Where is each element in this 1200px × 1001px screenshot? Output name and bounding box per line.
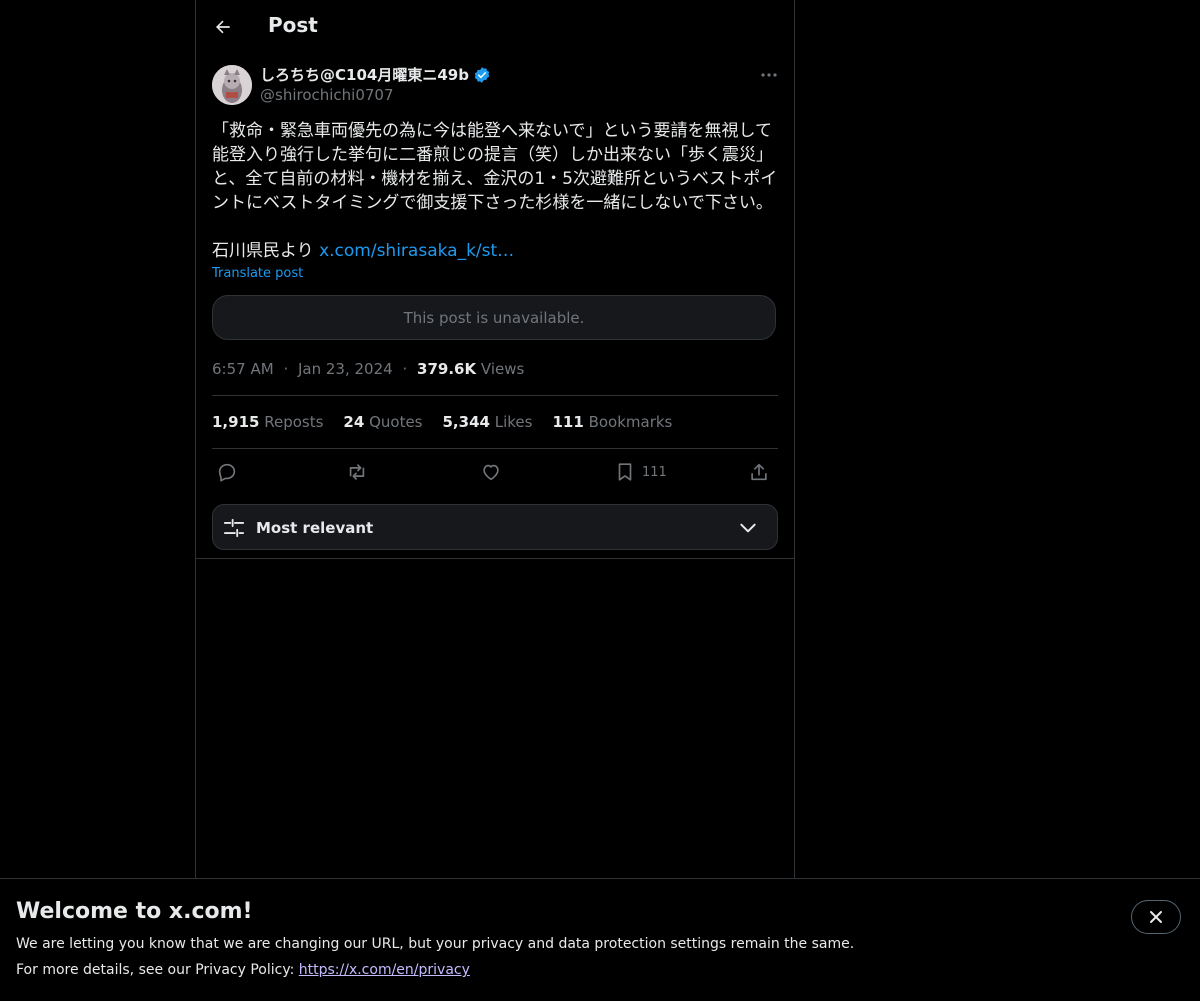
stat-quotes[interactable]: 24 Quotes bbox=[343, 413, 422, 431]
post-link[interactable]: x.com/shirasaka_k/st… bbox=[319, 241, 514, 261]
divider bbox=[212, 395, 778, 396]
reply-sort-dropdown[interactable]: Most relevant bbox=[212, 504, 778, 550]
like-button[interactable] bbox=[480, 460, 502, 484]
share-icon bbox=[751, 463, 767, 481]
quoted-post-unavailable: This post is unavailable. bbox=[212, 295, 776, 340]
meta-separator: · bbox=[402, 360, 408, 378]
bookmark-icon bbox=[618, 463, 632, 481]
primary-column: Post しろちち@C104月曜東ニ49b @shirochichi0707 「… bbox=[195, 0, 795, 878]
repost-icon bbox=[349, 464, 365, 480]
reply-icon bbox=[218, 463, 236, 482]
meta-separator: · bbox=[283, 360, 289, 378]
stat-count: 1,915 bbox=[212, 413, 260, 431]
back-button[interactable] bbox=[206, 10, 240, 44]
url-change-banner: Welcome to x.com! We are letting you kno… bbox=[0, 878, 1200, 1001]
banner-title: Welcome to x.com! bbox=[16, 899, 253, 924]
post-date[interactable]: Jan 23, 2024 bbox=[298, 360, 393, 378]
post-meta: 6:57 AM · Jan 23, 2024 · 379.6K Views bbox=[212, 360, 524, 378]
close-icon bbox=[1150, 911, 1162, 923]
views-count: 379.6K bbox=[417, 360, 477, 378]
author-name[interactable]: しろちち@C104月曜東ニ49b bbox=[260, 64, 491, 85]
views-label: Views bbox=[480, 360, 525, 378]
verified-badge-icon bbox=[474, 66, 490, 83]
banner-privacy-line: For more details, see our Privacy Policy… bbox=[16, 962, 470, 978]
share-button[interactable] bbox=[748, 460, 770, 484]
bookmark-count: 111 bbox=[642, 464, 667, 480]
close-banner-button[interactable] bbox=[1131, 900, 1181, 934]
stat-label: Bookmarks bbox=[588, 413, 673, 431]
banner-message: We are letting you know that we are chan… bbox=[16, 936, 855, 952]
more-options-button[interactable] bbox=[756, 65, 782, 85]
repost-button[interactable] bbox=[346, 460, 368, 484]
heart-icon bbox=[483, 464, 499, 481]
bookmark-button[interactable]: 111 bbox=[614, 460, 667, 484]
divider bbox=[196, 558, 794, 559]
reply-button[interactable] bbox=[216, 460, 238, 484]
privacy-policy-link[interactable]: https://x.com/en/privacy bbox=[299, 962, 470, 978]
more-dots-icon bbox=[761, 73, 777, 77]
unavailable-text: This post is unavailable. bbox=[403, 308, 585, 327]
stat-reposts[interactable]: 1,915 Reposts bbox=[212, 413, 323, 431]
sort-selected-value: Most relevant bbox=[256, 519, 374, 537]
arrow-left-icon bbox=[216, 20, 230, 34]
action-bar: 111 bbox=[212, 460, 778, 486]
stat-likes[interactable]: 5,344 Likes bbox=[443, 413, 533, 431]
stat-label: Quotes bbox=[369, 413, 423, 431]
chevron-down-icon bbox=[737, 518, 759, 538]
stat-count: 24 bbox=[343, 413, 365, 431]
sliders-icon bbox=[223, 517, 245, 539]
banner-privacy-prefix: For more details, see our Privacy Policy… bbox=[16, 962, 299, 978]
author-handle[interactable]: @shirochichi0707 bbox=[260, 86, 394, 104]
page-header: Post bbox=[196, 0, 794, 54]
post-body: 「救命・緊急車両優先の為に今は能登へ来ないで」という要請を無視して能登入り強行し… bbox=[212, 121, 778, 261]
divider bbox=[212, 448, 778, 449]
post-time[interactable]: 6:57 AM bbox=[212, 360, 274, 378]
avatar-image bbox=[212, 65, 252, 105]
stat-label: Likes bbox=[494, 413, 533, 431]
stat-label: Reposts bbox=[264, 413, 324, 431]
stat-count: 111 bbox=[552, 413, 584, 431]
translate-post-link[interactable]: Translate post bbox=[212, 266, 303, 281]
stat-bookmarks[interactable]: 111 Bookmarks bbox=[552, 413, 672, 431]
stat-count: 5,344 bbox=[442, 413, 490, 431]
avatar[interactable] bbox=[212, 65, 252, 105]
author-display-name: しろちち@C104月曜東ニ49b bbox=[260, 66, 469, 84]
page-title: Post bbox=[268, 13, 318, 37]
engagement-stats: 1,915 Reposts 24 Quotes 5,344 Likes 111 … bbox=[212, 413, 672, 431]
post-text: 「救命・緊急車両優先の為に今は能登へ来ないで」という要請を無視して能登入り強行し… bbox=[212, 119, 778, 263]
